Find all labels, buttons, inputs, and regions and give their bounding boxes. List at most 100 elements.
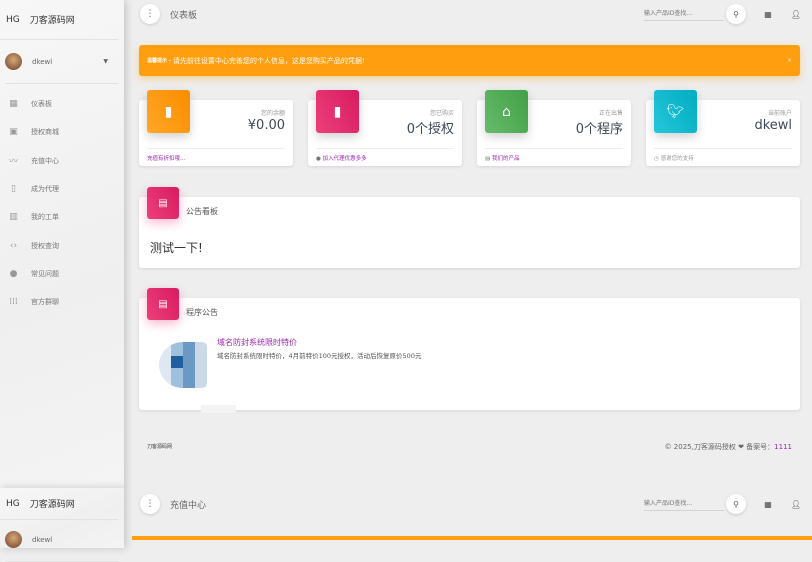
alert-edge: [132, 536, 812, 540]
user-menu[interactable]: dkewl ▼: [5, 48, 118, 84]
top-navbar-repeat: ⋮ 充值中心 ⚲ ▦ 👤︎: [124, 490, 812, 518]
sidebar-item-auth-query[interactable]: ‹› 授权查询: [0, 231, 124, 259]
stat-value: ¥0.00: [247, 118, 285, 133]
alert-text: 请先前往设置中心完善您的个人信息，这是您购买产品的凭据!: [172, 56, 365, 65]
announcement-board: ▤ 公告看板 测试一下!: [139, 187, 800, 268]
stat-value: 0个授权: [406, 122, 454, 137]
bar-chart-icon: ▮: [316, 90, 359, 133]
stat-footer-text: 感谢您的支持: [660, 156, 694, 162]
brand-name: 刀客源码网: [29, 500, 75, 510]
dashboard-icon[interactable]: ▦: [762, 500, 774, 509]
search-icon: ⚲: [733, 9, 739, 19]
dashboard-icon: ▦: [9, 99, 18, 110]
search-icon: ⚲: [733, 499, 739, 509]
alert-prefix: 温馨提示 -: [147, 58, 171, 64]
news-text: 域名防封系统限时特价，4月前特价100元授权，活动后恢复原价500元: [217, 352, 422, 360]
sidebar-item-dashboard[interactable]: ▦ 仪表板: [0, 90, 124, 118]
sidebar: HG 刀客源码网 dkewl ▼ ▦ 仪表板 ▣ 授权商城 〰 充值中心 ▯ 成为代理 ▥ 我…: [0, 0, 124, 488]
program-announcement: ▤ 程序公告 域名防封系统限时特价 域名防封系统限时特价，4月前特价100元授权…: [139, 288, 800, 410]
avatar: [5, 53, 22, 70]
clipboard-icon: ▤: [147, 288, 179, 320]
stat-category: 当前账户: [767, 110, 792, 117]
person-icon[interactable]: 👤︎: [790, 500, 802, 509]
sidebar-item-faq[interactable]: ● 常见问题: [0, 260, 124, 288]
sidebar-item-group[interactable]: ⁞⁞⁞ 官方群聊: [0, 288, 124, 316]
store-icon: ⌂: [485, 90, 528, 133]
user-name: dkewl: [32, 57, 53, 66]
stat-category: 您已购买: [429, 110, 454, 117]
stat-card-balance: ▮ 您的余额 ¥0.00 充值有折扣哦...: [139, 90, 293, 166]
trending-icon: 〰: [8, 157, 18, 168]
search-button[interactable]: ⚲: [726, 494, 746, 514]
clipboard-icon: ▤: [147, 187, 179, 219]
sidebar-item-label: 成为代理: [31, 185, 59, 194]
apps-icon: ⁞⁞⁞: [9, 297, 18, 308]
sidebar-nav: ▦ 仪表板 ▣ 授权商城 〰 充值中心 ▯ 成为代理 ▥ 我的工单 ‹› 授权查询 ● 常见问…: [0, 90, 124, 316]
search-input[interactable]: [644, 7, 724, 21]
caret-down-icon: ▼: [103, 58, 108, 65]
code-icon: ‹›: [9, 240, 18, 251]
brand[interactable]: HG 刀客源码网: [0, 488, 118, 520]
pagination-tab: [201, 405, 236, 413]
brand-short: HG: [6, 14, 20, 25]
sidebar-item-tickets[interactable]: ▥ 我的工单: [0, 203, 124, 231]
twitter-icon: 🐦︎: [654, 90, 697, 133]
brand-short: HG: [6, 498, 20, 509]
sidebar-repeat: HG 刀客源码网 dkewl: [0, 488, 124, 562]
stat-footer: ◷ 感谢您的支持: [654, 148, 792, 162]
sidebar-item-label: 充值中心: [31, 156, 59, 165]
top-navbar: ⋮ 仪表板 ⚲ ▦ 👤︎: [124, 0, 812, 28]
person-icon[interactable]: 👤︎: [790, 10, 802, 19]
building-icon: ▥: [9, 212, 18, 223]
brand-name: 刀客源码网: [29, 16, 75, 26]
stat-card-purchased: ▮ 您已购买 0个授权 ● 加入代理优惠多多: [308, 90, 462, 166]
stat-footer-link[interactable]: ▤ 我们的产品: [485, 148, 623, 162]
announcement-content: 测试一下!: [150, 241, 203, 255]
search-input[interactable]: [644, 497, 724, 511]
menu-toggle-button[interactable]: ⋮: [140, 494, 160, 514]
sidebar-item-label: 常见问题: [31, 269, 59, 278]
sidebar-item-label: 我的工单: [31, 213, 59, 222]
stat-card-account: 🐦︎ 当前账户 dkewl ◷ 感谢您的支持: [646, 90, 800, 166]
close-icon[interactable]: ×: [787, 57, 792, 64]
warning-alert: 温馨提示 - 请先前往设置中心完善您的个人信息，这是您购买产品的凭据! ×: [139, 45, 800, 76]
menu-toggle-button[interactable]: ⋮: [140, 4, 160, 24]
clock-icon: ◷: [654, 156, 659, 162]
calendar-icon: ▤: [485, 156, 491, 162]
stat-footer-text: 我们的产品: [491, 156, 520, 162]
sidebar-item-label: 官方群聊: [31, 298, 59, 307]
stat-value: dkewl: [754, 118, 792, 133]
search-button[interactable]: ⚲: [726, 4, 746, 24]
sidebar-item-agent[interactable]: ▯ 成为代理: [0, 175, 124, 203]
stat-category: 您的余额: [260, 110, 285, 117]
news-thumbnail[interactable]: [159, 342, 207, 388]
section-title: 程序公告: [186, 308, 218, 317]
page-title: 充值中心: [170, 500, 207, 511]
shop-icon: ▣: [9, 127, 18, 138]
stat-card-selling: ⌂ 正在出售 0个程序 ▤ 我们的产品: [477, 90, 631, 166]
sidebar-item-label: 仪表板: [31, 100, 52, 109]
sidebar-item-recharge[interactable]: 〰 充值中心: [0, 147, 124, 175]
stat-footer-link[interactable]: 充值有折扣哦...: [147, 148, 285, 162]
stat-value: 0个程序: [575, 122, 623, 137]
sidebar-item-label: 授权商城: [31, 128, 59, 137]
footer-brand: 刀客源码网: [147, 444, 173, 450]
section-title: 公告看板: [186, 207, 218, 216]
news-title-link[interactable]: 域名防封系统限时特价: [217, 337, 297, 348]
stat-category: 正在出售: [598, 110, 623, 117]
page-title: 仪表板: [170, 10, 198, 21]
copyright-text: © 2025,刀客源码授权 ❤ 备案号：: [664, 443, 775, 451]
bar-chart-icon: ▮: [147, 90, 190, 133]
brand[interactable]: HG 刀客源码网: [0, 0, 118, 40]
tag-icon: ●: [316, 156, 321, 162]
user-menu[interactable]: dkewl: [5, 526, 118, 562]
footer-copyright: © 2025,刀客源码授权 ❤ 备案号：1111: [665, 442, 792, 452]
record-number-link[interactable]: 1111: [774, 443, 792, 451]
dashboard-icon[interactable]: ▦: [762, 10, 774, 19]
sidebar-item-label: 授权查询: [31, 241, 59, 250]
stat-footer-link[interactable]: ● 加入代理优惠多多: [316, 148, 454, 162]
sidebar-item-shop[interactable]: ▣ 授权商城: [0, 118, 124, 146]
clipboard-icon: ▯: [11, 184, 16, 195]
stat-footer-text: 加入代理优惠多多: [322, 156, 367, 162]
location-icon: ●: [9, 268, 18, 279]
